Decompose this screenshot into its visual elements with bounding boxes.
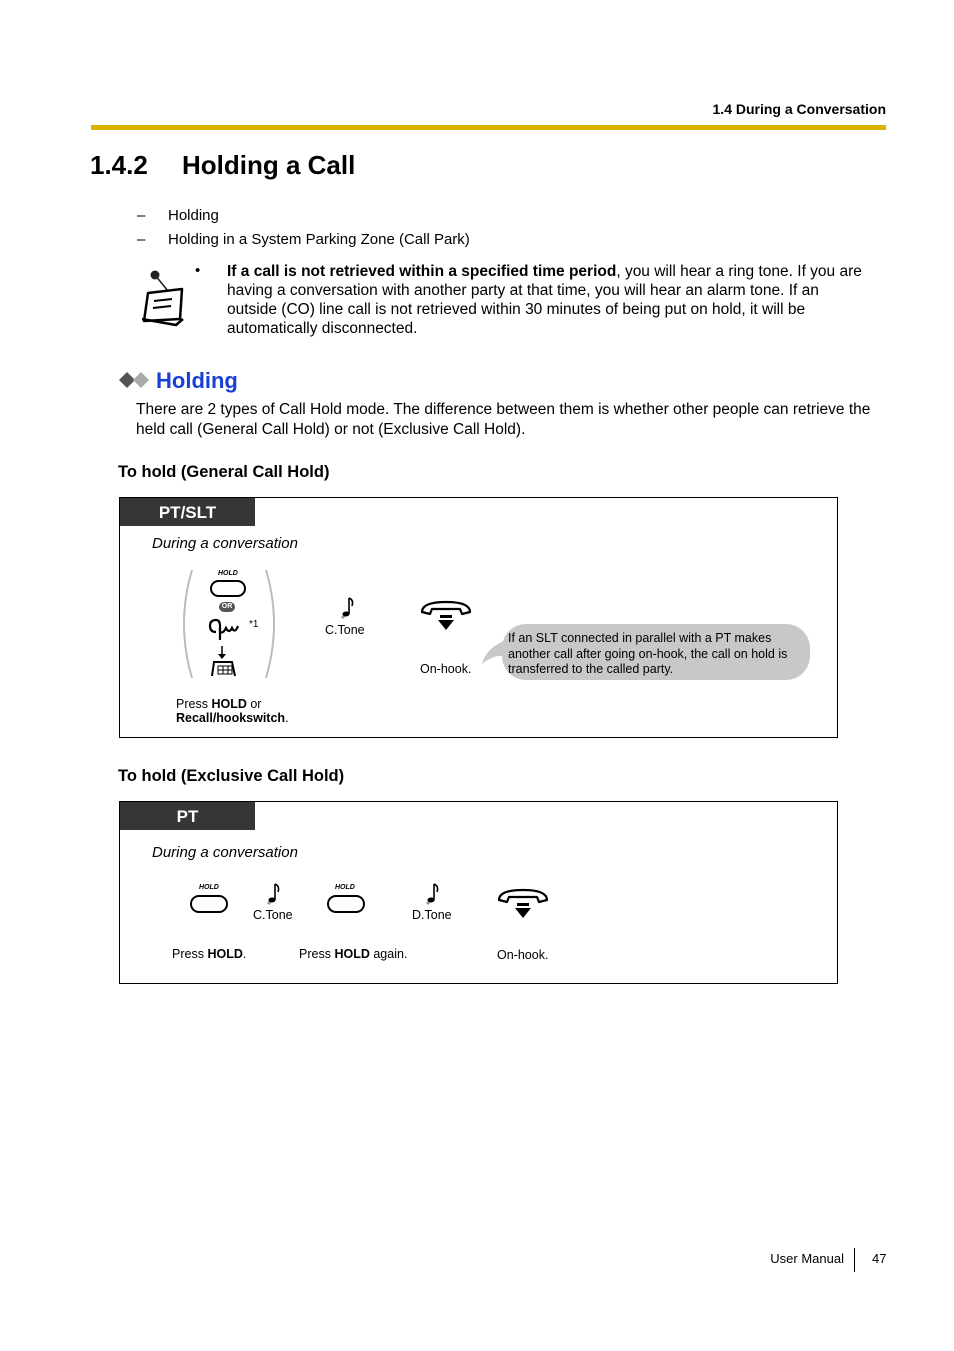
page-title: 1.4.2 Holding a Call <box>90 150 355 181</box>
tab-pt-slt: PT/SLT <box>120 498 255 526</box>
title-text: Holding a Call <box>182 150 356 180</box>
general-hold-heading: To hold (General Call Hold) <box>118 463 330 481</box>
running-header: 1.4 During a Conversation <box>712 101 886 117</box>
hold-key-label: HOLD <box>218 570 238 577</box>
footer-separator <box>854 1248 855 1272</box>
page-number: 47 <box>872 1251 887 1266</box>
tone-note-icon <box>266 883 280 906</box>
section-number: 1.4.2 <box>90 150 148 180</box>
note-bold: If a call is not retrieved within a spec… <box>227 263 617 280</box>
note-pin-icon <box>141 270 184 327</box>
section-title: Holding <box>156 368 238 393</box>
exclusive-hold-box: PT During a conversation HOLD C.Tone HOL… <box>119 801 838 984</box>
header-rule <box>91 125 886 130</box>
onhook-handset-icon <box>420 600 472 630</box>
onhook-label: On-hook. <box>497 948 549 962</box>
or-badge: OR <box>219 602 235 612</box>
hookswitch-press-icon <box>208 618 240 677</box>
section-paragraph: There are 2 types of Call Hold mode. The… <box>136 401 871 438</box>
step-press-hold: Press HOLD. <box>172 947 247 961</box>
tone-label: C.Tone <box>325 623 365 637</box>
context-label: During a conversation <box>152 535 298 552</box>
tone-note-icon <box>425 883 439 906</box>
note-bubble: If an SLT connected in parallel with a P… <box>502 624 810 680</box>
hold-key-label: HOLD <box>199 884 219 891</box>
hold-button-icon <box>190 895 228 913</box>
double-diamond-icon <box>119 372 149 388</box>
tone-label: D.Tone <box>412 908 452 922</box>
topic-label: Holding in a System Parking Zone (Call P… <box>168 231 470 248</box>
context-label: During a conversation <box>152 844 298 861</box>
hold-button-icon <box>327 895 365 913</box>
general-hold-box: PT/SLT During a conversation HOLD OR *1 … <box>119 497 838 738</box>
note-text: If a call is not retrieved within a spec… <box>227 263 862 337</box>
hold-button-icon <box>210 580 246 597</box>
step-press-hold-again: Press HOLD again. <box>299 947 408 961</box>
topic-item: – Holding <box>137 207 219 224</box>
topic-item: – Holding in a System Parking Zone (Call … <box>137 231 470 248</box>
note-bullet: • <box>195 262 201 279</box>
footnote-mark: *1 <box>249 619 259 630</box>
step-press-hold: Press HOLD or Recall/hookswitch. <box>176 697 289 725</box>
onhook-label: On-hook. <box>420 662 472 676</box>
tab-pt: PT <box>120 802 255 830</box>
topic-label: Holding <box>168 207 219 224</box>
hold-key-label: HOLD <box>335 884 355 891</box>
footer-label: User Manual <box>770 1251 844 1266</box>
tone-label: C.Tone <box>253 908 293 922</box>
onhook-handset-icon <box>497 888 549 918</box>
exclusive-hold-heading: To hold (Exclusive Call Hold) <box>118 767 345 785</box>
tone-note-icon <box>340 597 354 620</box>
